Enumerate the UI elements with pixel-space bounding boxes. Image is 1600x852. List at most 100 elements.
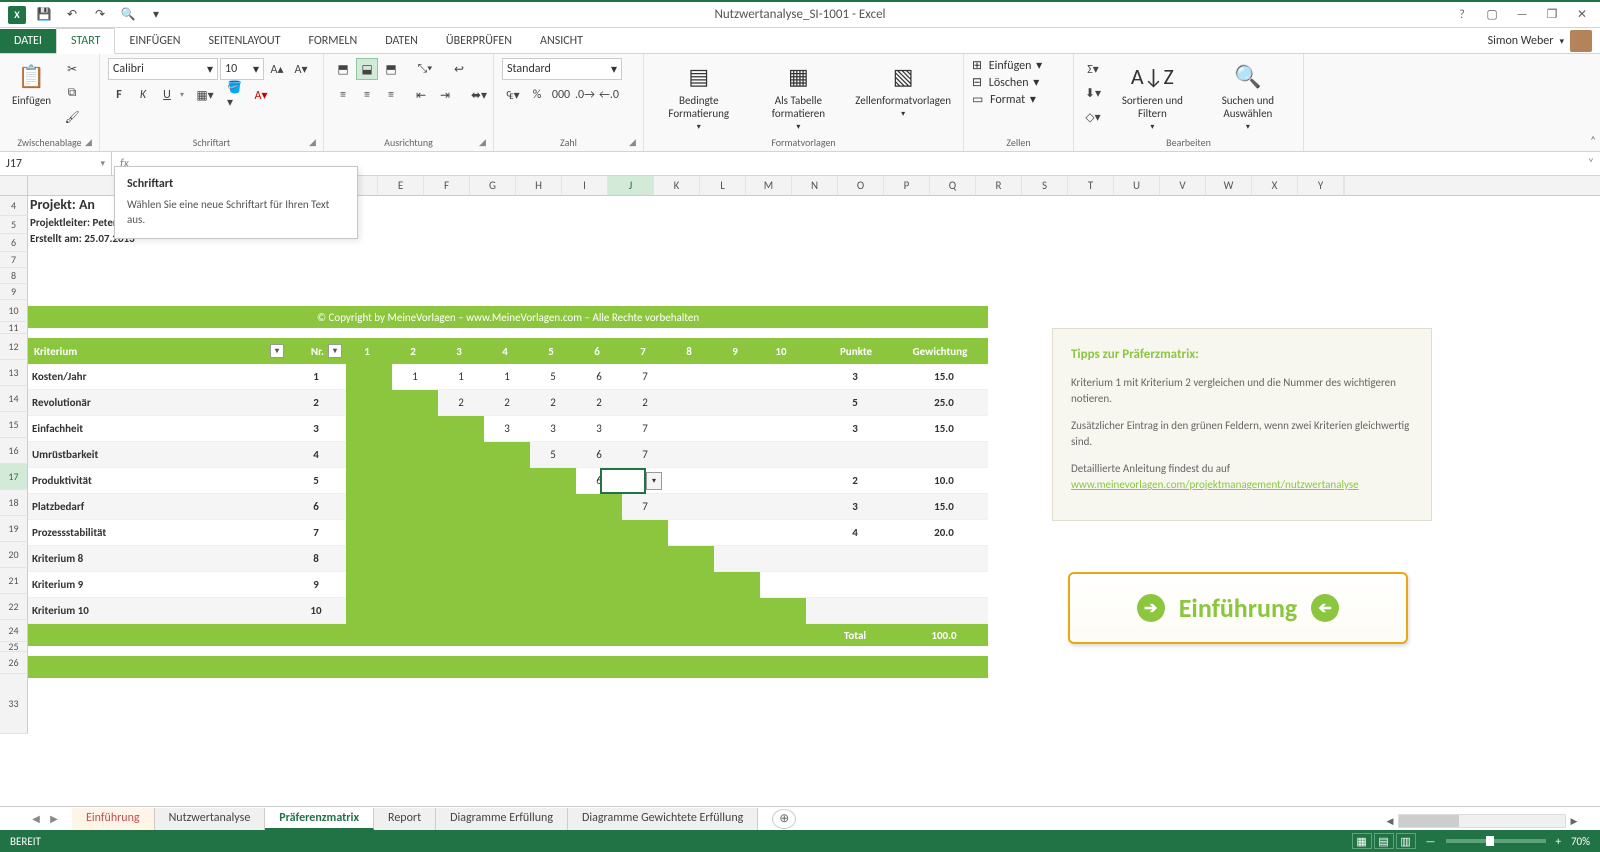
- matrix-cell[interactable]: [392, 546, 438, 572]
- maximize-button[interactable]: ❐: [1538, 5, 1566, 25]
- active-cell[interactable]: ▾: [600, 468, 646, 494]
- col-header-W[interactable]: W: [1206, 176, 1252, 195]
- tab-seitenlayout[interactable]: SEITENLAYOUT: [195, 29, 295, 53]
- col-header-G[interactable]: G: [470, 176, 516, 195]
- matrix-cell[interactable]: 7: [622, 494, 668, 520]
- row-header-17[interactable]: 17: [0, 464, 28, 490]
- col-header-F[interactable]: F: [424, 176, 470, 195]
- row-header-8[interactable]: 8: [0, 268, 28, 284]
- tab-einfuegen[interactable]: EINFÜGEN: [115, 29, 194, 53]
- matrix-cell[interactable]: [438, 572, 484, 598]
- decrease-indent-button[interactable]: ⇤: [410, 84, 432, 106]
- col-header-X[interactable]: X: [1252, 176, 1298, 195]
- tab-daten[interactable]: DATEN: [371, 29, 432, 53]
- clipboard-launcher[interactable]: ◢: [85, 137, 97, 149]
- matrix-cell[interactable]: [346, 468, 392, 494]
- decrease-font-button[interactable]: A▾: [290, 58, 312, 80]
- row-header-21[interactable]: 21: [0, 568, 28, 594]
- row-header-25[interactable]: 25: [0, 642, 28, 652]
- row-header-6[interactable]: 6: [0, 234, 28, 252]
- row-header-33[interactable]: 33: [0, 674, 28, 734]
- matrix-cell[interactable]: [622, 598, 668, 624]
- align-center-button[interactable]: ≡: [356, 84, 378, 106]
- qat-customize-button[interactable]: ▾: [146, 5, 166, 25]
- matrix-cell[interactable]: [438, 468, 484, 494]
- matrix-cell[interactable]: 2: [530, 390, 576, 416]
- matrix-cell[interactable]: [346, 390, 392, 416]
- matrix-cell[interactable]: [346, 416, 392, 442]
- underline-button[interactable]: U: [156, 84, 178, 106]
- col-header-V[interactable]: V: [1160, 176, 1206, 195]
- matrix-cell[interactable]: [714, 442, 760, 468]
- horizontal-scrollbar[interactable]: ◀ ▶: [1382, 812, 1582, 830]
- matrix-cell[interactable]: [392, 468, 438, 494]
- matrix-cell[interactable]: [530, 572, 576, 598]
- bold-button[interactable]: F: [108, 84, 130, 106]
- matrix-cell[interactable]: [668, 520, 714, 546]
- matrix-cell[interactable]: [484, 598, 530, 624]
- ribbon-display-options[interactable]: ▢: [1478, 5, 1506, 25]
- name-box[interactable]: J17▾: [0, 152, 112, 175]
- fill-button[interactable]: ⬇▾: [1082, 82, 1104, 104]
- autosum-button[interactable]: Σ▾: [1082, 58, 1104, 80]
- cell-styles-button[interactable]: ▧Zellenformatvorlagen▾: [851, 58, 955, 121]
- user-area[interactable]: Simon Weber ▾: [1488, 30, 1592, 52]
- matrix-cell[interactable]: [714, 572, 760, 598]
- matrix-cell[interactable]: [392, 416, 438, 442]
- row-header-7[interactable]: 7: [0, 252, 28, 268]
- matrix-cell[interactable]: [622, 546, 668, 572]
- font-color-button[interactable]: A▾: [250, 84, 272, 106]
- matrix-cell[interactable]: [484, 572, 530, 598]
- collapse-ribbon-button[interactable]: ˄: [1590, 134, 1596, 147]
- number-format-select[interactable]: Standard▾: [502, 58, 622, 80]
- matrix-cell[interactable]: [760, 598, 806, 624]
- col-header-T[interactable]: T: [1068, 176, 1114, 195]
- matrix-cell[interactable]: [346, 520, 392, 546]
- copy-button[interactable]: ⧉: [61, 82, 83, 104]
- delete-cells-button[interactable]: ⊟ Löschen ▾: [972, 75, 1065, 90]
- matrix-cell[interactable]: 1: [438, 364, 484, 390]
- row-header-15[interactable]: 15: [0, 412, 28, 438]
- matrix-cell[interactable]: [760, 546, 806, 572]
- matrix-cell[interactable]: 2: [484, 390, 530, 416]
- matrix-cell[interactable]: 2: [576, 390, 622, 416]
- row-header-20[interactable]: 20: [0, 542, 28, 568]
- tips-link[interactable]: www.meinevorlagen.com/projektmanagement/…: [1071, 478, 1359, 491]
- matrix-cell[interactable]: [346, 572, 392, 598]
- row-header-4[interactable]: 4: [0, 196, 28, 216]
- matrix-cell[interactable]: [438, 546, 484, 572]
- matrix-cell[interactable]: [714, 416, 760, 442]
- matrix-cell[interactable]: 2: [438, 390, 484, 416]
- sheet-nav-prev[interactable]: ◀: [28, 811, 44, 827]
- col-header-R[interactable]: R: [976, 176, 1022, 195]
- matrix-cell[interactable]: [392, 494, 438, 520]
- matrix-cell[interactable]: [530, 468, 576, 494]
- matrix-cell[interactable]: [622, 520, 668, 546]
- scroll-left-button[interactable]: ◀: [1382, 813, 1398, 829]
- align-top-button[interactable]: ⬒: [332, 58, 354, 80]
- einfuehrung-button[interactable]: ➔ Einführung ➔: [1068, 572, 1408, 644]
- matrix-cell[interactable]: [346, 598, 392, 624]
- matrix-cell[interactable]: [346, 364, 392, 390]
- col-header-U[interactable]: U: [1114, 176, 1160, 195]
- font-size-select[interactable]: 10▾: [220, 58, 264, 80]
- matrix-cell[interactable]: 5: [530, 364, 576, 390]
- matrix-cell[interactable]: [346, 442, 392, 468]
- matrix-cell[interactable]: [484, 494, 530, 520]
- format-as-table-button[interactable]: ▦Als Tabelle formatieren▾: [752, 58, 846, 134]
- sheet-nav-next[interactable]: ▶: [46, 811, 62, 827]
- page-break-view-button[interactable]: ▥: [1396, 833, 1416, 849]
- matrix-cell[interactable]: [714, 390, 760, 416]
- col-header-E[interactable]: E: [378, 176, 424, 195]
- sheet-tab-5[interactable]: Diagramme Gewichtete Erfüllung: [568, 808, 758, 830]
- matrix-cell[interactable]: 1: [484, 364, 530, 390]
- format-painter-button[interactable]: 🖌: [61, 106, 83, 128]
- save-button[interactable]: 💾: [34, 5, 54, 25]
- matrix-cell[interactable]: 3: [530, 416, 576, 442]
- matrix-cell[interactable]: [392, 520, 438, 546]
- col-header-N[interactable]: N: [792, 176, 838, 195]
- matrix-cell[interactable]: [668, 364, 714, 390]
- row-header-19[interactable]: 19: [0, 516, 28, 542]
- matrix-cell[interactable]: [760, 416, 806, 442]
- fill-color-button[interactable]: 🪣▾: [226, 84, 248, 106]
